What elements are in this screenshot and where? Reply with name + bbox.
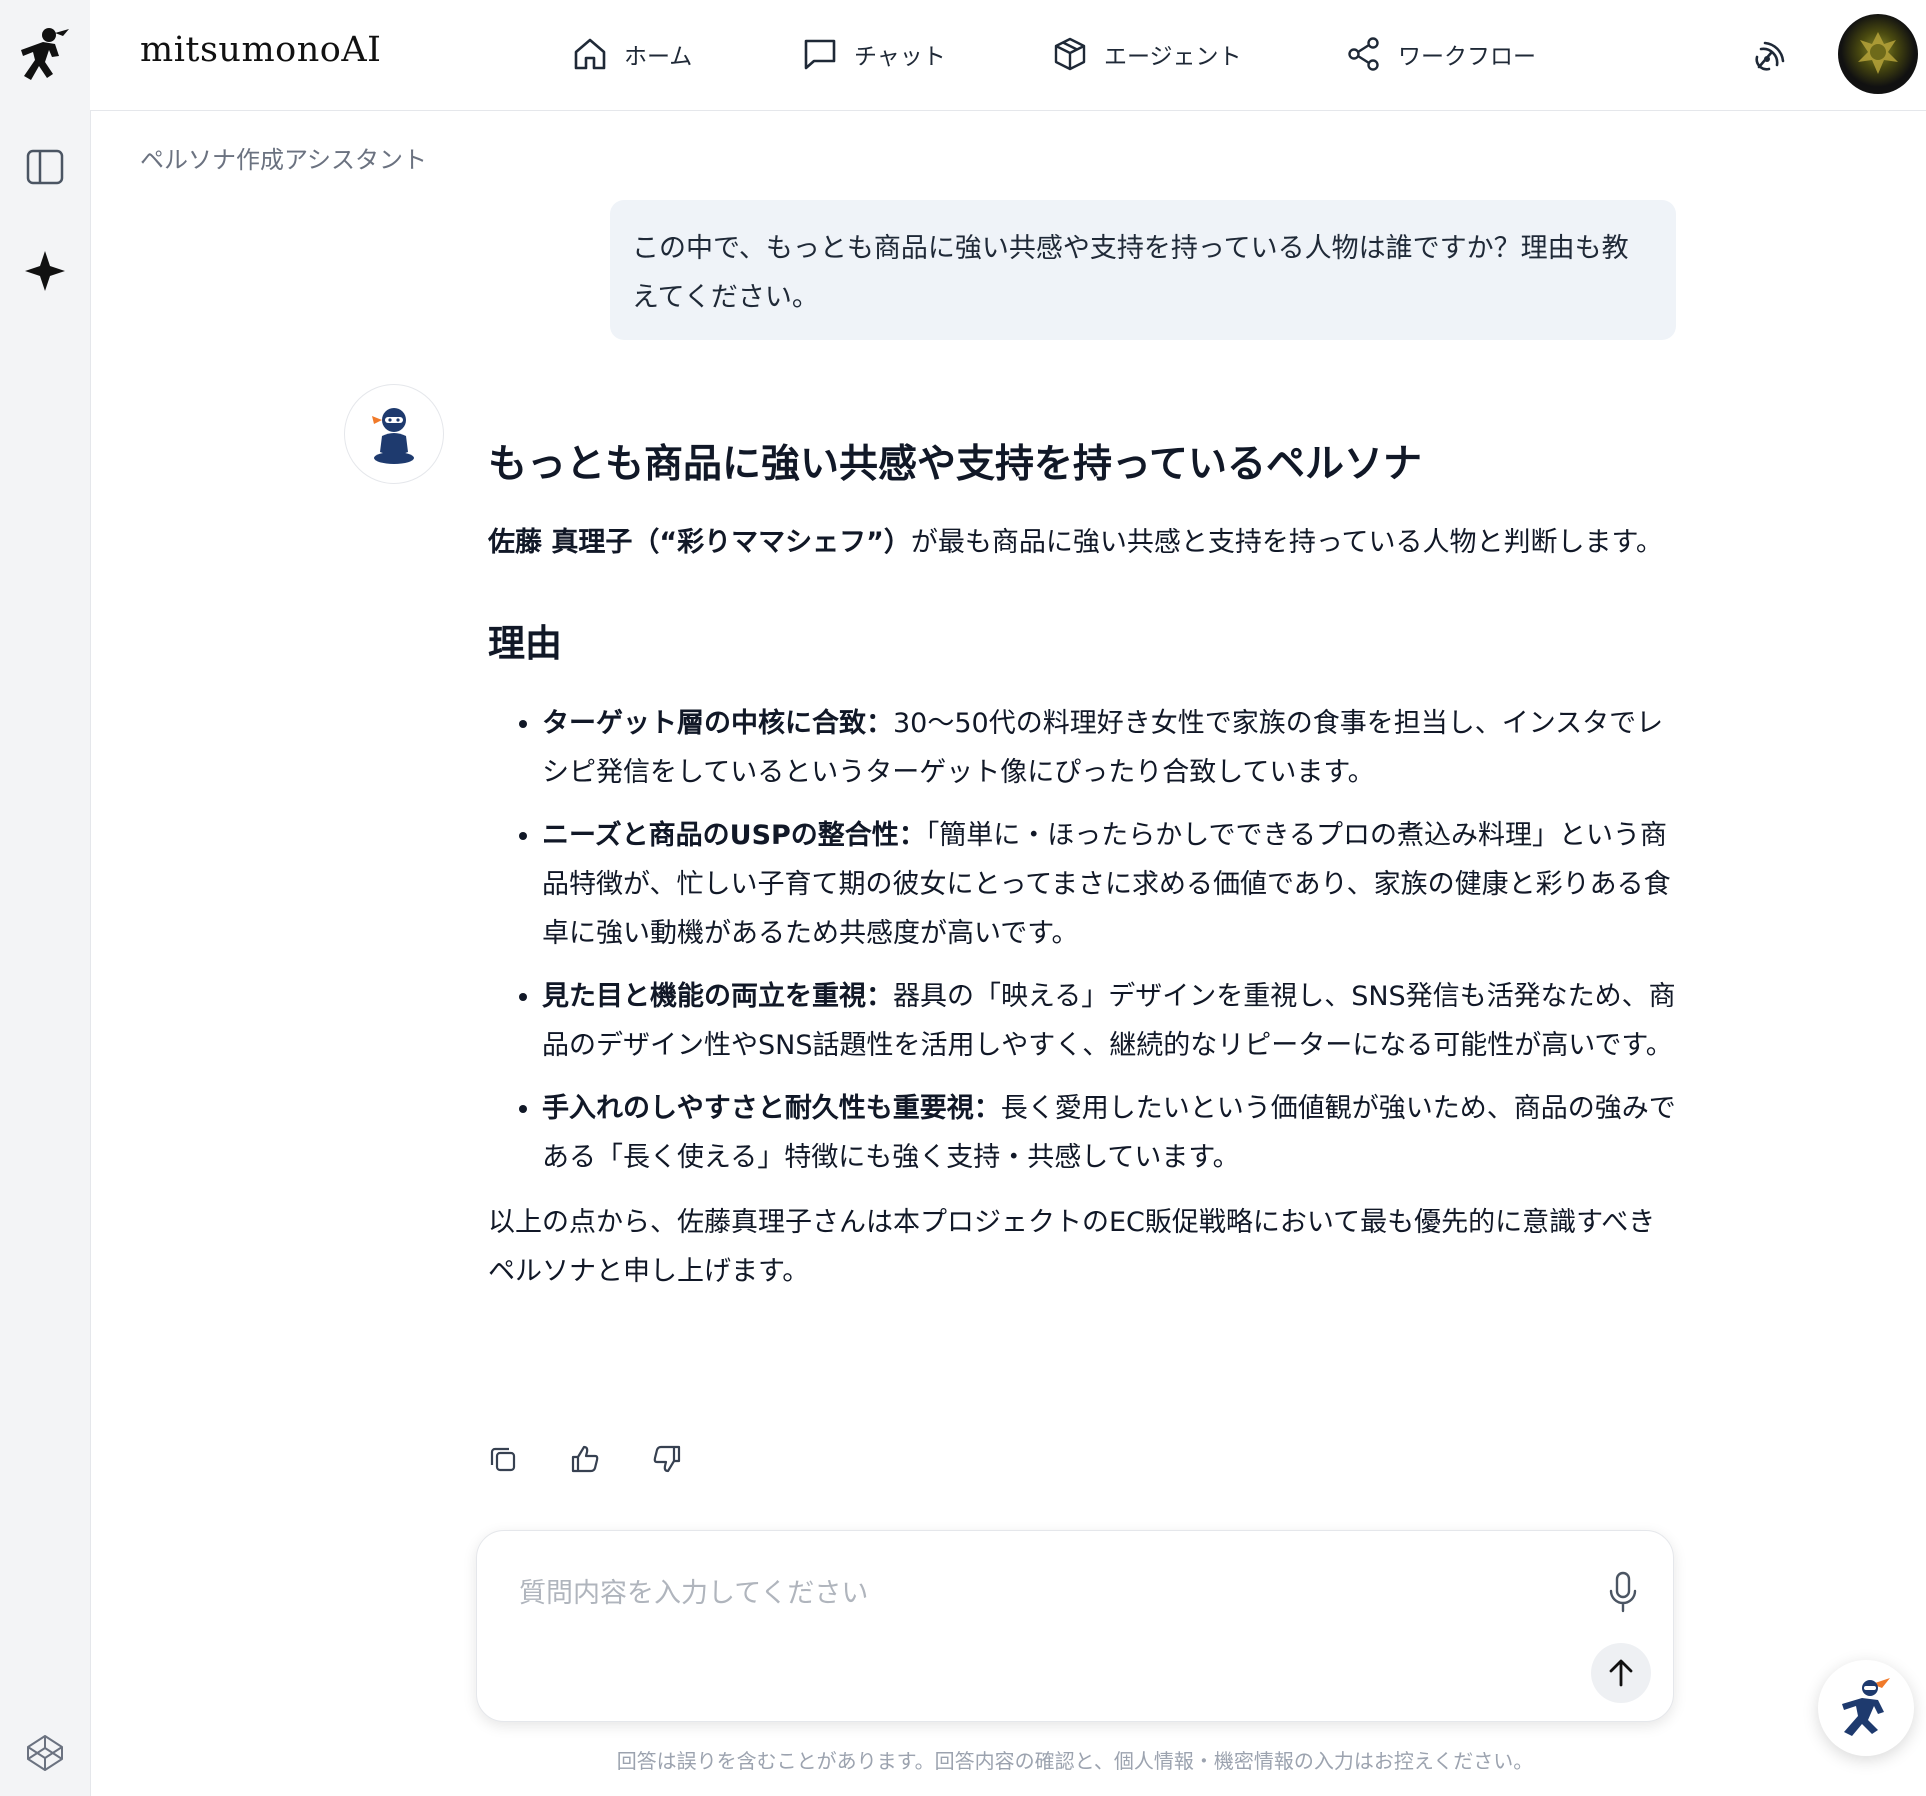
message-actions (484, 1440, 686, 1478)
broadcast-icon[interactable] (1746, 30, 1796, 80)
top-bar: mitsumonoAI ホーム チャット エージェント ワークフロー (90, 0, 1926, 111)
assistant-answer: もっとも商品に強い共感や支持を持っているペルソナ 佐藤 真理子（“彩りママシェフ… (488, 430, 1676, 1296)
reason-title: 見た目と機能の両立を重視： (542, 981, 893, 1012)
mic-button[interactable] (1599, 1567, 1647, 1617)
sidebar (0, 0, 91, 1796)
answer-intro-strong: 佐藤 真理子（“彩りママシェフ”） (488, 527, 911, 558)
assistant-fab[interactable] (1818, 1660, 1914, 1756)
nav-home[interactable]: ホーム (572, 32, 692, 76)
share-icon (1348, 37, 1379, 71)
sparkle-icon[interactable] (18, 244, 72, 298)
reasons-heading: 理由 (488, 622, 562, 665)
list-item: ニーズと商品のUSPの整合性：「簡単に・ほったらかしでできるプロの煮込み料理」と… (542, 811, 1676, 958)
reason-title: 手入れのしやすさと耐久性も重要視： (542, 1093, 1001, 1124)
chat-icon (804, 39, 836, 70)
nav-workflow-label: ワークフロー (1398, 44, 1536, 70)
breadcrumb: ペルソナ作成アシスタント (140, 146, 428, 174)
assistant-avatar (344, 384, 444, 484)
nav-workflow[interactable]: ワークフロー (1346, 32, 1536, 76)
user-message: この中で、もっとも商品に強い共感や支持を持っている人物は誰ですか？理由も教えてく… (610, 200, 1676, 340)
copy-button[interactable] (484, 1440, 522, 1478)
nav-chat-label: チャット (854, 44, 946, 70)
ninja-runner-icon (1842, 1678, 1890, 1736)
ninja-bot-icon (372, 408, 414, 464)
user-avatar[interactable] (1838, 14, 1918, 94)
list-item: 手入れのしやすさと耐久性も重要視：長く愛用したいという価値観が強いため、商品の強… (542, 1084, 1676, 1182)
nav-home-label: ホーム (624, 44, 693, 70)
cube-icon (1054, 37, 1086, 71)
list-item: ターゲット層の中核に合致：30〜50代の料理好き女性で家族の食事を担当し、インス… (542, 699, 1676, 797)
chat-composer (476, 1530, 1674, 1722)
reason-title: ターゲット層の中核に合致： (542, 708, 893, 739)
answer-intro-text: が最も商品に強い共感と支持を持っている人物と判断します。 (910, 527, 1663, 558)
thumbs-down-icon (653, 1445, 681, 1473)
send-button[interactable] (1591, 1643, 1651, 1703)
reason-title: ニーズと商品のUSPの整合性： (542, 820, 926, 851)
copy-icon (490, 1447, 516, 1472)
arrow-up-icon (1609, 1659, 1633, 1687)
answer-intro: 佐藤 真理子（“彩りママシェフ”）が最も商品に強い共感と支持を持っている人物と判… (488, 518, 1676, 567)
codepen-icon[interactable] (18, 1726, 72, 1780)
thumbs-up-icon (571, 1445, 599, 1473)
brand-name[interactable]: mitsumonoAI (140, 30, 381, 70)
reasons-list: ターゲット層の中核に合致：30〜50代の料理好き女性で家族の食事を担当し、インス… (488, 699, 1676, 1182)
thumbs-down-button[interactable] (648, 1440, 686, 1478)
list-item: 見た目と機能の両立を重視：器具の「映える」デザインを重視し、SNS発信も活発なた… (542, 972, 1676, 1070)
nav-agent[interactable]: エージェント (1052, 32, 1242, 76)
ninja-logo-icon[interactable] (18, 28, 72, 82)
answer-conclusion: 以上の点から、佐藤真理子さんは本プロジェクトのEC販促戦略において最も優先的に意… (488, 1207, 1656, 1287)
answer-title: もっとも商品に強い共感や支持を持っているペルソナ (488, 442, 1423, 487)
panel-toggle-icon[interactable] (18, 140, 72, 194)
nav-agent-label: エージェント (1104, 44, 1242, 70)
message-input[interactable] (517, 1567, 1541, 1619)
nav-chat[interactable]: チャット (802, 32, 946, 76)
thumbs-up-button[interactable] (566, 1440, 604, 1478)
microphone-icon (1609, 1571, 1637, 1613)
home-icon (574, 38, 606, 70)
disclaimer: 回答は誤りを含むことがあります。回答内容の確認と、個人情報・機密情報の入力はお控… (616, 1749, 1534, 1773)
